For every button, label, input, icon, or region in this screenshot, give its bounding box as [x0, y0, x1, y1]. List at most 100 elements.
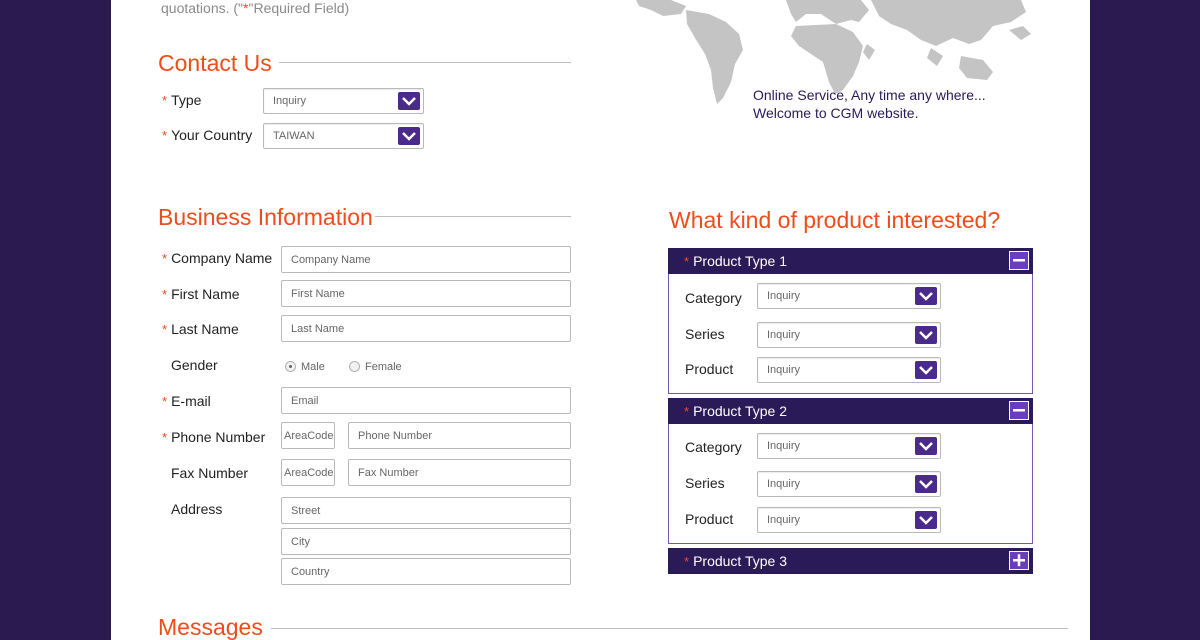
required-star: *	[162, 93, 168, 108]
required-star: *	[162, 251, 168, 266]
gender-female-label[interactable]: Female	[365, 361, 402, 373]
address-country-input[interactable]: Country	[281, 558, 571, 585]
contact-us-heading: Contact Us	[158, 50, 272, 76]
last-name-input[interactable]: Last Name	[281, 315, 571, 342]
product-type-3-label: Product Type 3	[693, 553, 787, 569]
type-select[interactable]: Inquiry	[263, 88, 424, 114]
right-background	[1090, 0, 1200, 640]
pt2-product-select[interactable]: Inquiry	[757, 507, 941, 533]
collapse-minus-icon[interactable]	[1009, 251, 1029, 270]
chevron-down-icon[interactable]	[398, 92, 420, 110]
company-placeholder: Company Name	[291, 254, 371, 266]
first-name-input[interactable]: First Name	[281, 280, 571, 307]
pt1-product-select[interactable]: Inquiry	[757, 357, 941, 383]
phone-label-text: Phone Number	[171, 429, 266, 445]
required-star: *	[162, 128, 168, 143]
messages-divider	[271, 628, 1068, 629]
phone-areacode-input[interactable]: AreaCode	[281, 422, 335, 449]
fax-label: Fax Number	[171, 465, 249, 481]
required-star: *	[162, 322, 168, 337]
type-label-text: Type	[171, 92, 202, 108]
pt2-product-value: Inquiry	[767, 514, 801, 526]
pt1-category-value: Inquiry	[767, 290, 801, 302]
gender-male-radio[interactable]	[285, 361, 296, 372]
expand-plus-icon[interactable]	[1009, 551, 1029, 570]
left-background	[0, 0, 111, 640]
chevron-down-icon[interactable]	[915, 326, 937, 344]
address-country-placeholder: Country	[291, 566, 330, 578]
last-name-label-text: Last Name	[171, 321, 239, 337]
fax-areacode-input[interactable]: AreaCode	[281, 459, 335, 486]
product-type-1-header[interactable]: * Product Type 1	[668, 248, 1033, 274]
map-caption-line1: Online Service, Any time any where...	[753, 87, 986, 103]
messages-heading: Messages	[158, 614, 263, 640]
phone-label: * Phone Number	[162, 429, 265, 445]
pt1-product-label: Product	[685, 361, 734, 377]
company-name-input[interactable]: Company Name	[281, 246, 571, 273]
pt2-category-value: Inquiry	[767, 440, 801, 452]
email-label: * E-mail	[162, 393, 211, 409]
required-star: *	[684, 404, 690, 419]
first-name-label: * First Name	[162, 286, 240, 302]
chevron-down-icon[interactable]	[398, 127, 420, 145]
product-interest-heading: What kind of product interested?	[669, 207, 1001, 233]
pt1-product-value: Inquiry	[767, 364, 801, 376]
phone-number-input[interactable]: Phone Number	[348, 422, 571, 449]
country-label-text: Your Country	[171, 127, 253, 143]
collapse-minus-icon[interactable]	[1009, 401, 1029, 420]
pt1-series-value: Inquiry	[767, 329, 801, 341]
product-type-3-header[interactable]: * Product Type 3	[668, 548, 1033, 574]
pt2-series-select[interactable]: Inquiry	[757, 471, 941, 497]
email-placeholder: Email	[291, 395, 319, 407]
chevron-down-icon[interactable]	[915, 475, 937, 493]
type-select-value: Inquiry	[273, 95, 307, 107]
gender-label: Gender	[171, 357, 218, 373]
pt2-product-label: Product	[685, 511, 734, 527]
chevron-down-icon[interactable]	[915, 287, 937, 305]
phone-areacode-placeholder: AreaCode	[284, 430, 334, 442]
required-star: *	[684, 254, 690, 269]
city-input[interactable]: City	[281, 528, 571, 555]
product-type-2-label: Product Type 2	[693, 403, 787, 419]
business-info-heading: Business Information	[158, 204, 373, 230]
business-divider	[375, 216, 571, 217]
country-select[interactable]: TAIWAN	[263, 123, 424, 149]
company-label: * Company Name	[162, 250, 272, 266]
chevron-down-icon[interactable]	[915, 361, 937, 379]
required-star: *	[684, 554, 690, 569]
last-name-label: * Last Name	[162, 321, 239, 337]
required-star: *	[162, 287, 168, 302]
required-star: *	[162, 430, 168, 445]
gender-male-label[interactable]: Male	[301, 361, 325, 373]
product-type-2-header[interactable]: * Product Type 2	[668, 398, 1033, 424]
map-caption: Online Service, Any time any where... We…	[753, 86, 986, 122]
required-note: quotations. ("*"Required Field)	[161, 0, 349, 16]
type-label: * Type	[162, 92, 201, 108]
product-type-1-label: Product Type 1	[693, 253, 787, 269]
map-caption-line2: Welcome to CGM website.	[753, 105, 919, 121]
company-label-text: Company Name	[171, 250, 273, 266]
contact-divider	[279, 62, 571, 63]
last-name-placeholder: Last Name	[291, 323, 345, 335]
email-label-text: E-mail	[171, 393, 211, 409]
street-input[interactable]: Street	[281, 497, 571, 524]
pt1-series-select[interactable]: Inquiry	[757, 322, 941, 348]
intro-text: quotations. ("	[161, 0, 244, 16]
email-input[interactable]: Email	[281, 387, 571, 414]
pt2-category-label: Category	[685, 439, 742, 455]
address-label: Address	[171, 501, 223, 517]
fax-number-placeholder: Fax Number	[358, 467, 419, 479]
chevron-down-icon[interactable]	[915, 511, 937, 529]
fax-number-input[interactable]: Fax Number	[348, 459, 571, 486]
pt2-series-label: Series	[685, 475, 725, 491]
pt2-series-value: Inquiry	[767, 478, 801, 490]
pt1-series-label: Series	[685, 326, 725, 342]
main-page: quotations. ("*"Required Field) Online S…	[111, 0, 1090, 640]
chevron-down-icon[interactable]	[915, 437, 937, 455]
first-name-placeholder: First Name	[291, 288, 345, 300]
pt1-category-label: Category	[685, 290, 742, 306]
gender-female-radio[interactable]	[349, 361, 360, 372]
first-name-label-text: First Name	[171, 286, 240, 302]
pt2-category-select[interactable]: Inquiry	[757, 433, 941, 459]
pt1-category-select[interactable]: Inquiry	[757, 283, 941, 309]
